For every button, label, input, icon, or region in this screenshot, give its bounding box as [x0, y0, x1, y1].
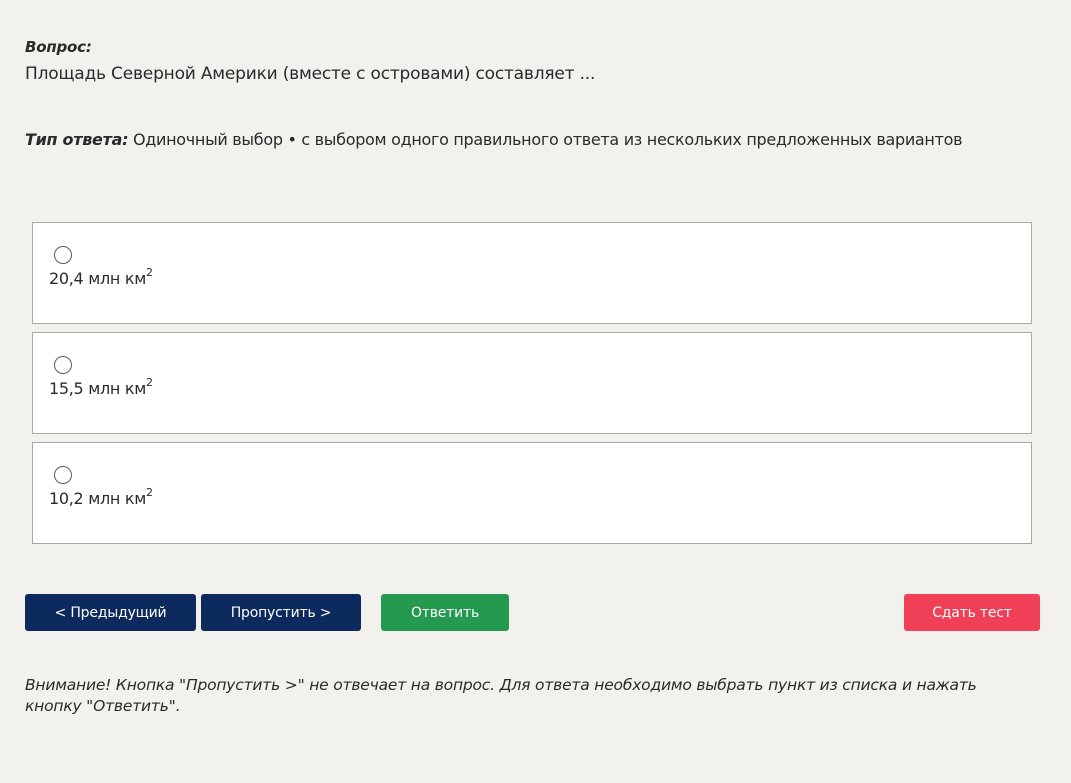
radio-button[interactable]	[54, 356, 72, 374]
options-list: 20,4 млн км2 15,5 млн км2 10,2 млн км2	[32, 222, 1032, 552]
option-superscript: 2	[146, 266, 153, 279]
radio-button[interactable]	[54, 466, 72, 484]
option-superscript: 2	[146, 486, 153, 499]
answer-type-value: Одиночный выбор • с выбором одного прави…	[132, 130, 963, 149]
option-text: 10,2 млн км2	[49, 486, 153, 508]
option-text: 20,4 млн км2	[49, 266, 153, 288]
previous-button[interactable]: < Предыдущий	[25, 594, 196, 631]
warning-note: Внимание! Кнопка "Пропустить >" не отвеч…	[25, 676, 977, 715]
answer-type: Тип ответа: Одиночный выбор • с выбором …	[25, 130, 963, 149]
skip-button[interactable]: Пропустить >	[201, 594, 361, 631]
submit-test-button[interactable]: Сдать тест	[904, 594, 1040, 631]
radio-button[interactable]	[54, 246, 72, 264]
option-value: 20,4 млн км	[49, 269, 146, 288]
option-item[interactable]: 20,4 млн км2	[32, 222, 1032, 324]
question-text: Площадь Северной Америки (вместе с остро…	[25, 64, 596, 84]
question-label: Вопрос:	[25, 38, 92, 56]
option-item[interactable]: 15,5 млн км2	[32, 332, 1032, 434]
option-superscript: 2	[146, 376, 153, 389]
option-value: 10,2 млн км	[49, 489, 146, 508]
answer-button[interactable]: Ответить	[381, 594, 509, 631]
answer-type-label: Тип ответа:	[25, 130, 129, 149]
option-item[interactable]: 10,2 млн км2	[32, 442, 1032, 544]
option-text: 15,5 млн км2	[49, 376, 153, 398]
option-value: 15,5 млн км	[49, 379, 146, 398]
